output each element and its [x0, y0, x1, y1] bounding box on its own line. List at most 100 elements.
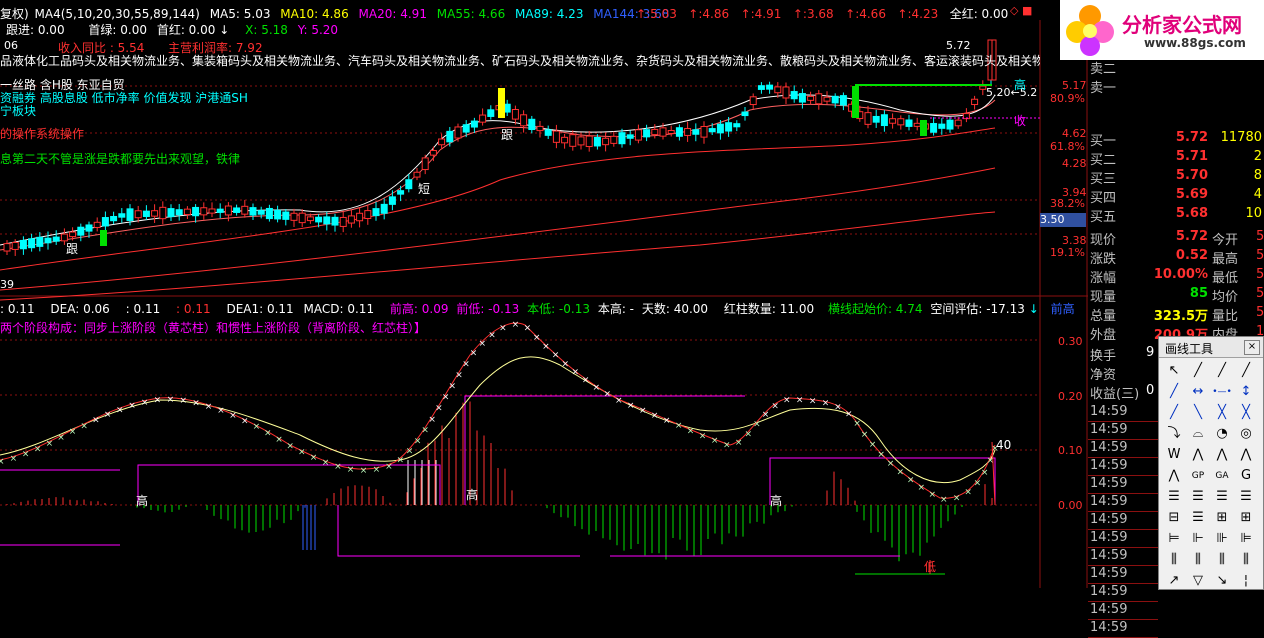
gen-label-1: 跟 — [66, 242, 79, 256]
fib3-icon[interactable]: ☰ — [1211, 487, 1233, 507]
bars3-icon[interactable]: ⫼ — [1211, 550, 1233, 570]
candle-body — [634, 129, 642, 141]
close-icon[interactable]: × — [1244, 340, 1260, 355]
x-marker: × — [845, 409, 853, 419]
wave4-icon[interactable]: ⋀ — [1235, 445, 1257, 465]
toolbox-titlebar[interactable]: 画线工具 × — [1159, 337, 1263, 358]
bars2-icon[interactable]: ⫼ — [1187, 550, 1209, 570]
cross-icon[interactable]: ╳ — [1211, 403, 1233, 423]
stat-label: 现量 — [1090, 290, 1117, 305]
fib4-icon[interactable]: ☰ — [1235, 487, 1257, 507]
x-marker: × — [347, 465, 355, 475]
candle-body — [290, 212, 298, 221]
cycle3-icon[interactable]: ⊪ — [1211, 529, 1233, 549]
hi-flag-label: 5.20←5.2 — [986, 86, 1038, 99]
drawing-toolbox[interactable]: 画线工具 × ↖ ╱ ╱ ╱ ╱ ↔ •—• ↕ ╱ ╲ ╳ ╳ ⤵ ⌓ ◔ ◎ W ⋀ ⋀ ⋀ ⋀ GP GA G ☰ ☰ ☰ ☰ ⊟… — [1158, 336, 1264, 590]
highlight-candle — [852, 86, 859, 118]
delete-icon[interactable]: ¦ — [1235, 571, 1257, 591]
candle-body — [733, 123, 741, 128]
ind-bendi: 本低: -0.13 — [527, 302, 590, 316]
grid3-icon[interactable]: ⊞ — [1235, 508, 1257, 528]
candle-body — [421, 157, 429, 171]
x-marker: × — [753, 420, 761, 430]
arrow-line-icon[interactable]: ╱ — [1163, 382, 1185, 402]
extra-value: 9 — [1146, 345, 1155, 360]
logo-title: 分析家公式网 — [1122, 13, 1242, 37]
x-marker: × — [414, 436, 422, 446]
arc-icon[interactable]: ⤵ — [1163, 424, 1185, 444]
x-marker: × — [167, 395, 175, 405]
v-line-icon[interactable]: ↕ — [1235, 382, 1257, 402]
candle-body — [323, 216, 331, 225]
gann-price-icon[interactable]: GP — [1187, 466, 1209, 486]
stat-label-2: 最低 — [1212, 271, 1239, 286]
wave2-icon[interactable]: ⋀ — [1187, 445, 1209, 465]
candle-body — [544, 129, 552, 136]
ellipse-icon[interactable]: ◎ — [1235, 424, 1257, 444]
x-marker: × — [571, 368, 579, 378]
candle-body — [741, 111, 749, 117]
up-arrow-icon[interactable]: ↗ — [1163, 571, 1185, 591]
bars-icon[interactable]: ⫼ — [1163, 550, 1185, 570]
x-marker: × — [92, 416, 100, 426]
gann-box-icon[interactable]: G — [1235, 466, 1257, 486]
gao-marker-2: 高 — [466, 488, 479, 502]
shoulu-value: 首绿: 0.00 — [88, 23, 147, 37]
candle-body — [3, 243, 11, 252]
line-icon[interactable]: ╱ — [1187, 361, 1209, 381]
ray-icon[interactable]: ╱ — [1211, 361, 1233, 381]
tick-time: 14:59 — [1090, 602, 1128, 617]
x-marker: × — [128, 401, 136, 411]
x-marker: × — [462, 359, 470, 369]
down-triangle-icon[interactable]: ▽ — [1187, 571, 1209, 591]
box-icon[interactable]: ⊟ — [1163, 508, 1185, 528]
fib2-icon[interactable]: ☰ — [1187, 487, 1209, 507]
pointer-icon[interactable]: ↖ — [1163, 361, 1185, 381]
wave3-icon[interactable]: ⋀ — [1211, 445, 1233, 465]
channel-icon[interactable]: ╲ — [1187, 403, 1209, 423]
candle-body — [971, 98, 979, 106]
gao-marker-1: 高 — [136, 494, 149, 508]
x-marker: × — [675, 421, 683, 431]
down-arrow-icon[interactable]: ↘ — [1211, 571, 1233, 591]
curve-icon[interactable]: ⌓ — [1187, 424, 1209, 444]
cycle2-icon[interactable]: ⊩ — [1187, 529, 1209, 549]
wave-icon[interactable]: W — [1163, 445, 1185, 465]
cycle-icon[interactable]: ⊨ — [1163, 529, 1185, 549]
parallel-icon[interactable]: ╱ — [1163, 403, 1185, 423]
diamond-icons[interactable]: ◇ ■ — [1010, 4, 1032, 17]
grid2-icon[interactable]: ⊞ — [1211, 508, 1233, 528]
cycle4-icon[interactable]: ⊫ — [1235, 529, 1257, 549]
dot-line-icon[interactable]: •—• — [1211, 382, 1233, 402]
stat-value-2: 5 — [1256, 286, 1264, 301]
candle-body — [241, 205, 249, 215]
x-marker: × — [229, 411, 237, 421]
circle-icon[interactable]: ◔ — [1211, 424, 1233, 444]
tick-time-row: 14:59 — [1088, 619, 1158, 638]
x-marker: × — [322, 458, 330, 468]
gann-angle-icon[interactable]: GA — [1211, 466, 1233, 486]
x-marker: × — [877, 450, 885, 460]
segment-icon[interactable]: ╱ — [1235, 361, 1257, 381]
candle-body — [298, 212, 306, 224]
h-line-icon[interactable]: ↔ — [1187, 382, 1209, 402]
bars4-icon[interactable]: ⫼ — [1235, 550, 1257, 570]
x-marker: × — [334, 462, 342, 472]
x-marker: × — [524, 324, 532, 334]
x-marker: × — [964, 488, 972, 498]
candle-body — [979, 85, 987, 90]
fan-icon[interactable]: ╳ — [1235, 403, 1257, 423]
x-marker: × — [69, 427, 77, 437]
ind-tick-020: 0.20 — [1058, 390, 1083, 403]
buy-level-label: 买二 — [1090, 153, 1117, 168]
candle-body — [536, 125, 544, 132]
candle-body — [667, 129, 675, 135]
buy-row: 买五 5.68 10 — [1088, 206, 1264, 225]
wave5-icon[interactable]: ⋀ — [1163, 466, 1185, 486]
candle-body — [192, 206, 200, 217]
grid-icon[interactable]: ☰ — [1187, 508, 1209, 528]
x-marker: × — [822, 398, 830, 408]
buy-price: 5.68 — [1175, 206, 1208, 221]
fib-icon[interactable]: ☰ — [1163, 487, 1185, 507]
stat-value: 0.52 — [1175, 248, 1208, 263]
